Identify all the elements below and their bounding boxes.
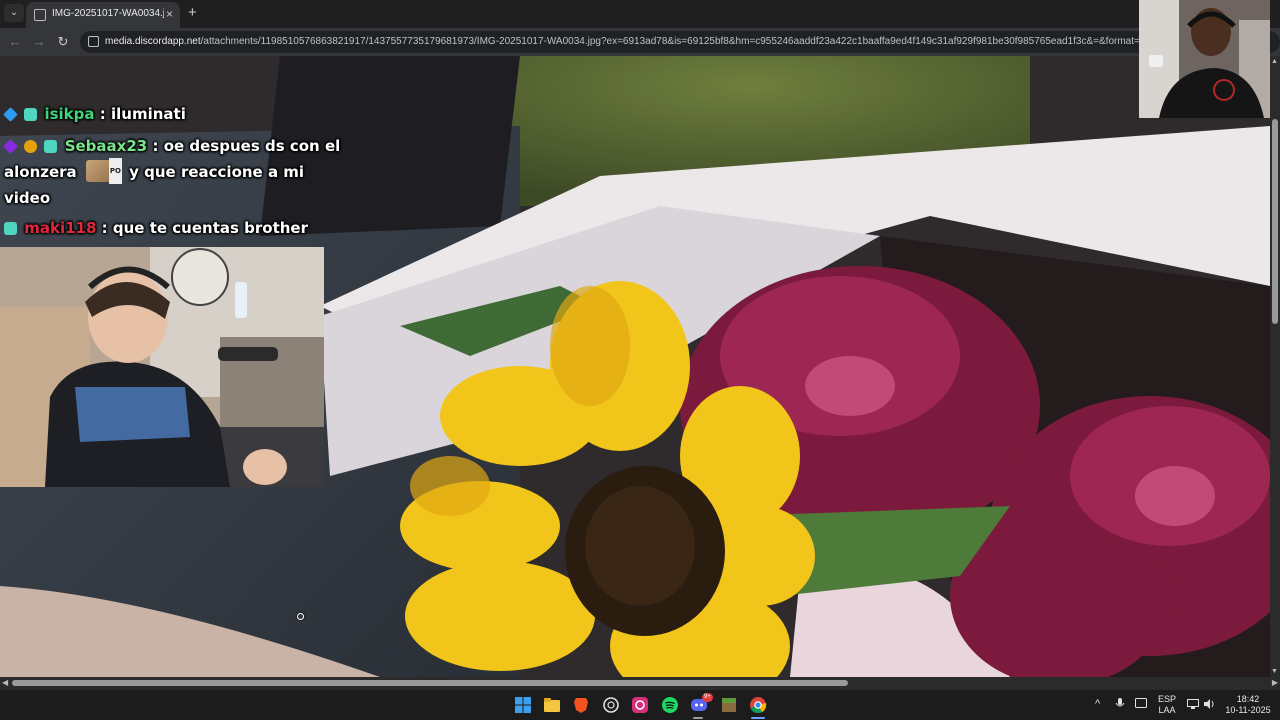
windows-taskbar: 9+ ^ ESP LAA 18:42 10-11-2025 [0, 689, 1280, 720]
chat-separator: : [99, 105, 106, 123]
horizontal-scrollbar[interactable]: ◀ ▶ [0, 677, 1280, 689]
horizontal-scroll-thumb[interactable] [12, 680, 848, 686]
minecraft-icon[interactable] [720, 696, 738, 714]
tab-close-button[interactable]: × [166, 7, 173, 21]
vertical-scroll-thumb[interactable] [1272, 119, 1278, 324]
emote-tag: PO [108, 158, 122, 184]
browser-toolbar: ← → ↻ media.discordapp.net/attachments/1… [0, 28, 1280, 56]
discord-running-indicator [693, 717, 703, 719]
chat-text: video [4, 189, 51, 207]
discord-notification-badge: 9+ [702, 693, 713, 702]
webcam-feed [0, 247, 324, 487]
spotify-icon[interactable] [661, 696, 679, 714]
guest-webcam [1139, 0, 1270, 118]
badge-icon [3, 107, 18, 122]
microphone-icon[interactable] [1115, 698, 1125, 710]
url-host: media.discordapp.net [105, 36, 201, 47]
brave-browser-icon[interactable] [572, 696, 590, 714]
image-file-icon [34, 9, 46, 21]
network-icon[interactable] [1187, 698, 1199, 710]
tray-overflow-chevron-icon[interactable]: ^ [1095, 698, 1100, 710]
input-language-indicator[interactable]: ESP LAA [1154, 694, 1180, 720]
chat-text: que te cuentas brother [112, 219, 308, 237]
chat-separator: : [101, 219, 108, 237]
back-button[interactable]: ← [6, 33, 24, 51]
chat-message-continued: alonzera PO y que reaccione a mi [4, 158, 305, 185]
streamer-webcam [0, 247, 324, 487]
scroll-right-arrow-icon[interactable]: ▶ [1272, 678, 1278, 687]
tab-title: IMG-20251017-WA0034.jpg (9… [52, 8, 164, 19]
chat-message-continued: video [4, 185, 50, 211]
badge-icon [24, 108, 38, 121]
reload-button[interactable]: ↻ [54, 33, 72, 51]
badge-icon [44, 140, 58, 153]
instagram-icon[interactable] [631, 696, 649, 714]
url-path: /attachments/1198510576863821917/1437557… [200, 36, 1211, 47]
guest-webcam-feed [1139, 0, 1270, 118]
screen: ⌄ IMG-20251017-WA0034.jpg (9… × + ← → ↻ … [0, 0, 1280, 720]
system-clock[interactable]: 18:42 10-11-2025 [1222, 694, 1274, 720]
chat-text: oe despues ds con el [163, 137, 341, 155]
chrome-active-indicator [751, 717, 765, 719]
volume-icon[interactable] [1203, 698, 1215, 710]
url-text[interactable]: media.discordapp.net/attachments/1198510… [105, 36, 1211, 47]
chat-text: y que reaccione a mi [129, 163, 305, 181]
clock-time: 18:42 [1236, 694, 1260, 704]
chat-message: isikpa : iluminati [3, 101, 186, 127]
scroll-left-arrow-icon[interactable]: ◀ [2, 678, 8, 687]
clock-date: 10-11-2025 [1225, 705, 1271, 715]
file-explorer-icon[interactable] [543, 696, 561, 714]
tab-image[interactable]: IMG-20251017-WA0034.jpg (9… × [26, 2, 180, 28]
chat-username: Sebaax23 [64, 137, 148, 155]
keyboard-icon[interactable] [1135, 698, 1147, 708]
badge-icon [4, 222, 17, 235]
chat-text: alonzera [4, 163, 77, 181]
chat-username: isikpa [44, 105, 95, 123]
badge-icon [3, 139, 18, 154]
new-tab-button[interactable]: + [188, 4, 197, 22]
keyboard-layout-code: LAA [1158, 705, 1176, 715]
site-info-icon[interactable] [88, 36, 99, 47]
address-bar[interactable]: media.discordapp.net/attachments/1198510… [80, 31, 1280, 53]
scroll-down-arrow-icon[interactable]: ▼ [1271, 668, 1278, 675]
chatgpt-icon[interactable] [602, 696, 620, 714]
chat-message: maki118 : que te cuentas brother [4, 215, 308, 241]
emote-icon: PO [85, 158, 122, 184]
chat-message: Sebaax23 : oe despues ds con el [3, 133, 341, 159]
chrome-icon[interactable] [749, 696, 767, 714]
mouse-cursor [297, 613, 304, 620]
forward-button[interactable]: → [30, 33, 48, 51]
vertical-scrollbar[interactable]: ▲ ▼ [1270, 56, 1280, 677]
chat-text: iluminati [110, 105, 186, 123]
stream-chat-overlay: isikpa : iluminati Sebaax23 : oe despues… [0, 56, 340, 246]
chat-username: maki118 [24, 219, 97, 237]
tab-search-button[interactable]: ⌄ [4, 4, 24, 22]
language-code: ESP [1157, 694, 1176, 704]
scroll-up-arrow-icon[interactable]: ▲ [1271, 58, 1278, 65]
badge-icon [24, 140, 38, 153]
tab-strip: ⌄ IMG-20251017-WA0034.jpg (9… × + [0, 0, 1280, 28]
chat-separator: : [152, 137, 159, 155]
windows-start-icon[interactable] [514, 696, 532, 714]
